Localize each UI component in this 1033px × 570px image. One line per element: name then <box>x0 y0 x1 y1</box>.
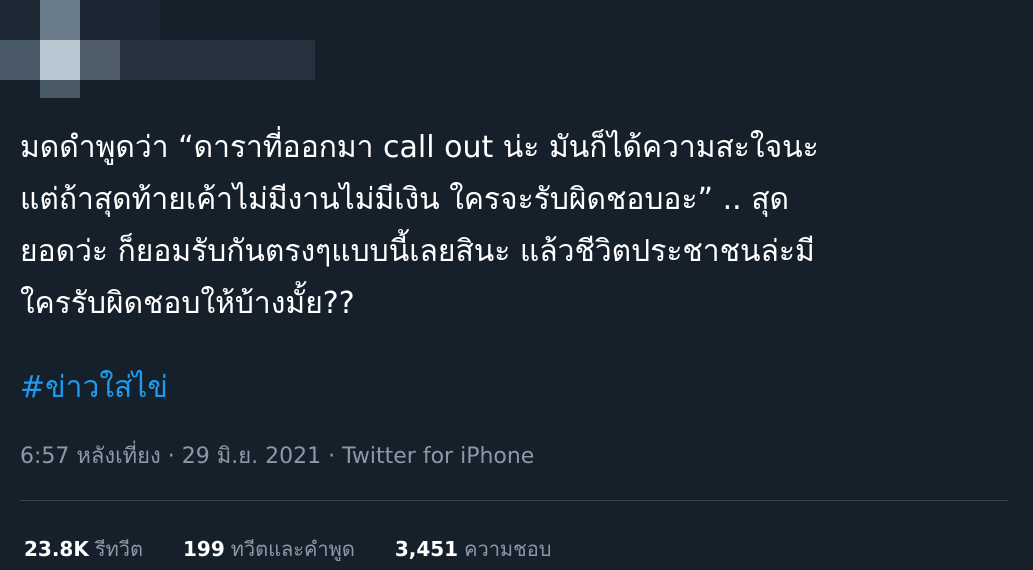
likes-count: 3,451 <box>394 537 459 561</box>
likes-label: ความชอบ <box>464 537 552 561</box>
hashtag-link[interactable]: #ข่าวใส่ไข่ <box>20 362 168 414</box>
redacted-pixel <box>40 80 80 98</box>
tweet-source-link[interactable]: Twitter for iPhone <box>342 444 534 469</box>
quote-tweets-stat[interactable]: 199 ทวีตและคำพูด <box>183 533 355 565</box>
quote-tweets-label: ทวีตและคำพูด <box>230 537 355 561</box>
redacted-pixel <box>0 0 40 40</box>
divider <box>20 500 1008 501</box>
meta-separator: · <box>160 444 182 469</box>
retweets-stat[interactable]: 23.8K รีทวีต <box>24 533 143 565</box>
tweet-metadata: 6:57 หลังเที่ยง · 29 มิ.ย. 2021 · Twitte… <box>20 440 534 474</box>
retweets-count: 23.8K <box>24 537 89 561</box>
tweet-body: มดดำพูดว่า “ดาราที่ออกมา call out น่ะ มั… <box>20 130 819 321</box>
quote-tweets-count: 199 <box>183 537 225 561</box>
redacted-pixel <box>40 40 80 80</box>
tweet-time[interactable]: 6:57 หลังเที่ยง <box>20 444 161 469</box>
redacted-author-header <box>0 0 320 100</box>
redacted-pixel <box>80 0 160 40</box>
tweet-stats: 23.8K รีทวีต 199 ทวีตและคำพูด 3,451 ความ… <box>24 533 551 565</box>
redacted-pixel <box>0 40 40 80</box>
meta-separator: · <box>321 444 343 469</box>
redacted-pixel <box>80 40 120 80</box>
redacted-pixel <box>120 40 315 80</box>
tweet-detail: มดดำพูดว่า “ดาราที่ออกมา call out น่ะ มั… <box>0 0 1033 570</box>
retweets-label: รีทวีต <box>94 537 143 561</box>
likes-stat[interactable]: 3,451 ความชอบ <box>395 533 552 565</box>
redacted-pixel <box>40 0 80 40</box>
tweet-date[interactable]: 29 มิ.ย. 2021 <box>182 444 321 469</box>
